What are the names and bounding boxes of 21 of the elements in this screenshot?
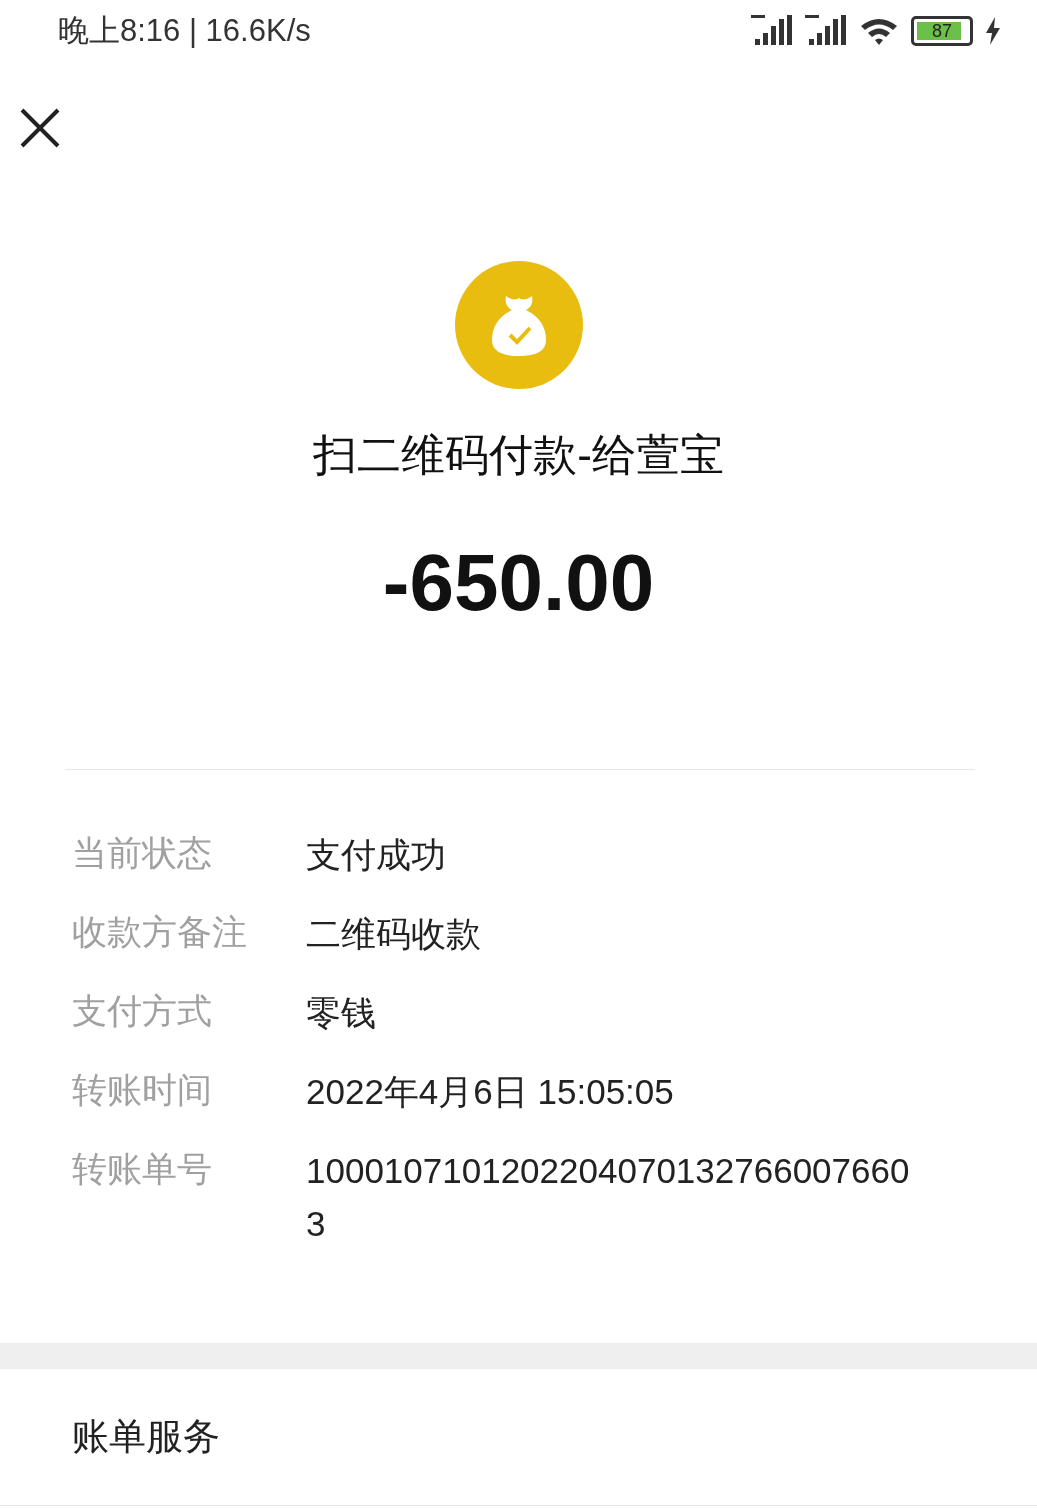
charging-icon (985, 17, 1001, 45)
payment-title: 扫二维码付款-给萱宝 (313, 429, 724, 481)
signal-icon (805, 15, 847, 47)
close-button[interactable] (18, 106, 62, 150)
section-title: 账单服务 (72, 1415, 220, 1459)
detail-value: 二维码收款 (306, 913, 482, 955)
detail-label: 当前状态 (72, 832, 213, 874)
detail-value: 支付成功 (306, 834, 447, 876)
money-bag-icon (453, 260, 584, 390)
detail-value: 10001071012022040701327660076603 (306, 1150, 911, 1245)
battery-indicator: 87 (911, 16, 973, 46)
status-time: 晚上8:16 | 16.6K/s (58, 12, 311, 50)
signal-icon (751, 15, 793, 47)
detail-value: 2022年4月6日 15:05:05 (306, 1071, 675, 1113)
detail-value: 零钱 (306, 992, 377, 1034)
detail-label: 支付方式 (72, 990, 213, 1032)
detail-label: 收款方备注 (72, 911, 248, 953)
wifi-icon (859, 16, 899, 46)
detail-label: 转账单号 (72, 1148, 213, 1190)
detail-label: 转账时间 (72, 1069, 213, 1111)
payment-amount: -650.00 (382, 537, 655, 629)
